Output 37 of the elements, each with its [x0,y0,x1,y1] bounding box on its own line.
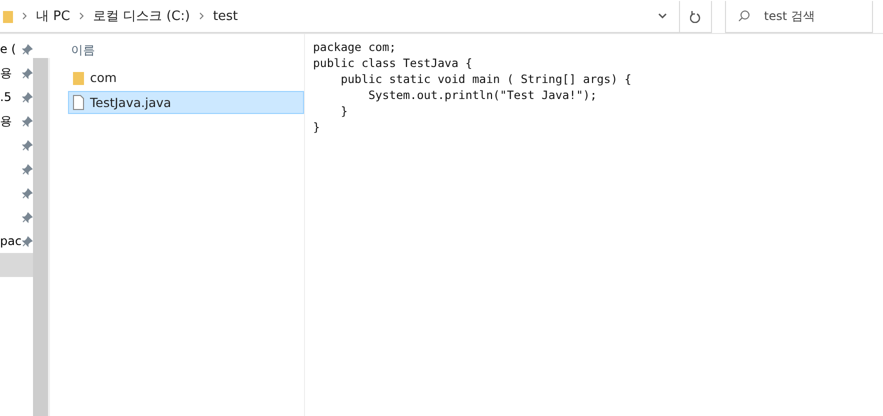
pin-icon[interactable] [22,68,33,78]
chevron-icon [198,12,204,20]
pin-icon[interactable] [22,92,33,102]
file-row[interactable]: TestJava.java [68,91,304,114]
breadcrumb-item[interactable]: 내 PC [36,7,70,25]
column-header[interactable]: 이름 [68,34,304,66]
search-icon [738,10,750,22]
code-line: public static void main ( String[] args) { [340,71,632,87]
breadcrumb-item[interactable]: test [212,8,238,24]
folder-icon [3,10,13,22]
code-line: } [340,103,349,119]
pin-icon[interactable] [22,212,33,222]
file-icon [73,95,84,110]
pin-icon[interactable] [22,236,33,246]
chevron-icon [22,12,27,20]
pin-icon[interactable] [22,164,33,174]
dropdown-icon[interactable] [658,13,667,19]
pin-icon[interactable] [22,140,33,150]
refresh-icon[interactable] [690,10,701,22]
sidebar-label[interactable]: e ( [0,42,16,56]
search-box[interactable]: test 검색 [725,0,873,32]
sidebar-label[interactable]: 용 [0,64,12,82]
code-line: package com; [313,39,398,55]
sidebar-label[interactable]: 용 [0,112,12,130]
sidebar-label[interactable]: pac [0,234,22,248]
chevron-icon [79,12,84,20]
file-row[interactable]: com [68,66,304,89]
code-line: } [313,119,321,135]
pin-icon[interactable] [22,188,33,198]
code-line: public class TestJava { [313,55,474,71]
pin-icon[interactable] [22,44,33,54]
pin-icon[interactable] [22,116,33,126]
scrollbar[interactable] [33,58,50,416]
folder-icon [73,70,84,84]
sidebar-label[interactable]: .5 [0,90,12,104]
code-line: System.out.println("Test Java!"); [367,87,598,103]
breadcrumb-item[interactable]: 로컬 디스크 (C:) [93,7,190,25]
